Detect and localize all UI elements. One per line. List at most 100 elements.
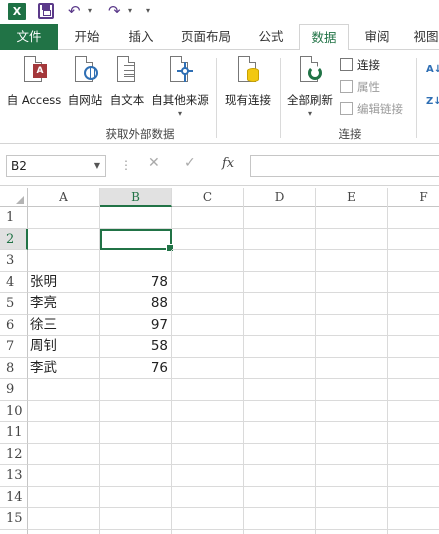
cell-f12[interactable] bbox=[388, 444, 439, 465]
cell-a14[interactable] bbox=[28, 486, 100, 508]
cell-e12[interactable] bbox=[316, 443, 388, 465]
cell-e2[interactable] bbox=[316, 228, 388, 250]
cell-e1[interactable] bbox=[316, 207, 388, 229]
cell-e9[interactable] bbox=[316, 379, 388, 401]
redo-icon[interactable]: ↷ bbox=[108, 2, 121, 20]
cell-e16[interactable] bbox=[316, 529, 388, 534]
cell-f4[interactable] bbox=[388, 272, 439, 293]
cell-d4[interactable] bbox=[244, 271, 316, 293]
row-header[interactable]: 6 bbox=[0, 314, 28, 336]
cell-d11[interactable] bbox=[244, 422, 316, 444]
customize-toolbar-icon[interactable]: ▾ bbox=[146, 6, 150, 15]
row-header[interactable]: 4 bbox=[0, 271, 28, 293]
tab-insert[interactable]: 插入 bbox=[116, 24, 166, 50]
cell-c7[interactable] bbox=[172, 336, 244, 358]
cell-d2[interactable] bbox=[244, 228, 316, 250]
cell-e14[interactable] bbox=[316, 486, 388, 508]
cell-c9[interactable] bbox=[172, 379, 244, 401]
cell-a5[interactable]: 李亮 bbox=[28, 293, 100, 315]
cell-b9[interactable] bbox=[100, 379, 172, 401]
row-header[interactable]: 8 bbox=[0, 357, 28, 379]
name-box[interactable]: B2 ▼ bbox=[6, 155, 106, 177]
cell-f8[interactable] bbox=[388, 358, 439, 379]
refresh-all-button[interactable]: 全部刷新 ▾ bbox=[284, 56, 336, 118]
existing-connections-button[interactable]: 现有连接 bbox=[222, 56, 274, 108]
cell-e15[interactable] bbox=[316, 508, 388, 530]
cell-b15[interactable] bbox=[100, 508, 172, 530]
cell-c12[interactable] bbox=[172, 443, 244, 465]
cell-d5[interactable] bbox=[244, 293, 316, 315]
tab-view[interactable]: 视图 bbox=[404, 24, 439, 50]
cell-f1[interactable] bbox=[388, 207, 439, 229]
cell-d15[interactable] bbox=[244, 508, 316, 530]
cell-a6[interactable]: 徐三 bbox=[28, 314, 100, 336]
sort-ascending-icon[interactable]: A↓Z bbox=[426, 64, 439, 75]
cell-c15[interactable] bbox=[172, 508, 244, 530]
cell-f11[interactable] bbox=[388, 422, 439, 444]
cell-b13[interactable] bbox=[100, 465, 172, 487]
cell-a13[interactable] bbox=[28, 465, 100, 487]
cell-a4[interactable]: 张明 bbox=[28, 271, 100, 293]
cell-e4[interactable] bbox=[316, 271, 388, 293]
cell-c5[interactable] bbox=[172, 293, 244, 315]
cell-c13[interactable] bbox=[172, 465, 244, 487]
cell-e6[interactable] bbox=[316, 314, 388, 336]
undo-icon[interactable]: ↶ bbox=[68, 2, 81, 20]
cell-e7[interactable] bbox=[316, 336, 388, 358]
cell-d16[interactable] bbox=[244, 529, 316, 534]
cell-c8[interactable] bbox=[172, 357, 244, 379]
row-header[interactable]: 5 bbox=[0, 293, 28, 315]
row-header[interactable]: 3 bbox=[0, 250, 28, 272]
cell-a2[interactable] bbox=[28, 228, 100, 250]
save-icon[interactable] bbox=[38, 3, 54, 19]
row-header[interactable]: 15 bbox=[0, 508, 28, 530]
cell-e5[interactable] bbox=[316, 293, 388, 315]
cell-a15[interactable] bbox=[28, 508, 100, 530]
column-header-a[interactable]: A bbox=[28, 188, 100, 207]
row-header[interactable]: 13 bbox=[0, 465, 28, 487]
formula-input[interactable] bbox=[250, 155, 439, 177]
cell-f14[interactable] bbox=[388, 487, 439, 508]
connections-button[interactable]: 连接 bbox=[340, 56, 380, 74]
row-header[interactable]: 1 bbox=[0, 207, 28, 229]
row-header[interactable]: 7 bbox=[0, 336, 28, 358]
cell-b16[interactable] bbox=[100, 529, 172, 534]
row-header[interactable]: 14 bbox=[0, 486, 28, 508]
cell-c2[interactable] bbox=[172, 228, 244, 250]
cell-d6[interactable] bbox=[244, 314, 316, 336]
undo-dropdown-icon[interactable]: ▾ bbox=[88, 6, 92, 15]
cell-d9[interactable] bbox=[244, 379, 316, 401]
cell-d3[interactable] bbox=[244, 250, 316, 272]
cell-b3[interactable] bbox=[100, 250, 172, 272]
cell-b2[interactable] bbox=[100, 228, 174, 252]
tab-file[interactable]: 文件 bbox=[0, 24, 58, 50]
cell-c10[interactable] bbox=[172, 400, 244, 422]
cell-d7[interactable] bbox=[244, 336, 316, 358]
row-header[interactable]: 12 bbox=[0, 443, 28, 465]
from-text-button[interactable]: 自文本 bbox=[108, 56, 146, 108]
insert-function-icon[interactable]: fx bbox=[222, 156, 234, 171]
edit-links-button[interactable]: 编辑链接 bbox=[340, 100, 403, 118]
cell-d14[interactable] bbox=[244, 486, 316, 508]
cell-e13[interactable] bbox=[316, 465, 388, 487]
cell-b6[interactable]: 97 bbox=[100, 314, 172, 336]
tab-home[interactable]: 开始 bbox=[62, 24, 112, 50]
cell-c1[interactable] bbox=[172, 207, 244, 229]
cell-f16[interactable] bbox=[388, 530, 439, 534]
cell-e8[interactable] bbox=[316, 357, 388, 379]
cell-f3[interactable] bbox=[388, 250, 439, 272]
column-header-c[interactable]: C bbox=[172, 188, 244, 207]
cell-b7[interactable]: 58 bbox=[100, 336, 172, 358]
cell-a8[interactable]: 李武 bbox=[28, 357, 100, 379]
redo-dropdown-icon[interactable]: ▾ bbox=[128, 6, 132, 15]
enter-icon[interactable]: ✓ bbox=[184, 155, 196, 171]
cell-c3[interactable] bbox=[172, 250, 244, 272]
cell-e10[interactable] bbox=[316, 400, 388, 422]
tab-data[interactable]: 数据 bbox=[299, 24, 349, 51]
chevron-down-icon[interactable]: ▼ bbox=[94, 156, 100, 176]
cell-f10[interactable] bbox=[388, 401, 439, 422]
cell-f2[interactable] bbox=[388, 229, 439, 250]
cell-e11[interactable] bbox=[316, 422, 388, 444]
cell-f9[interactable] bbox=[388, 379, 439, 401]
cell-f15[interactable] bbox=[388, 508, 439, 530]
